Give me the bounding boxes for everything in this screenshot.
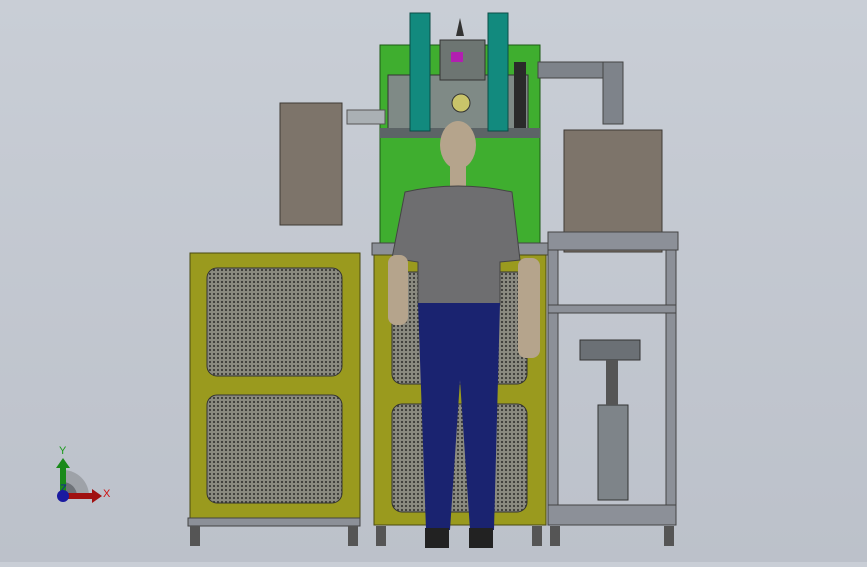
y-axis-label: Y	[59, 445, 67, 457]
right-station	[537, 61, 679, 526]
left-guard-cabinet	[187, 252, 361, 527]
left-cylinder	[409, 12, 431, 132]
cad-viewport[interactable]: Y X Z	[0, 0, 867, 562]
electrical-cabinet-left	[279, 102, 343, 226]
right-cylinder	[487, 12, 509, 132]
coordinate-triad: Y X Z	[56, 445, 111, 503]
machine-model-render: Y X Z	[56, 12, 679, 548]
x-axis-label: X	[103, 488, 111, 500]
z-axis-label: Z	[60, 483, 67, 495]
